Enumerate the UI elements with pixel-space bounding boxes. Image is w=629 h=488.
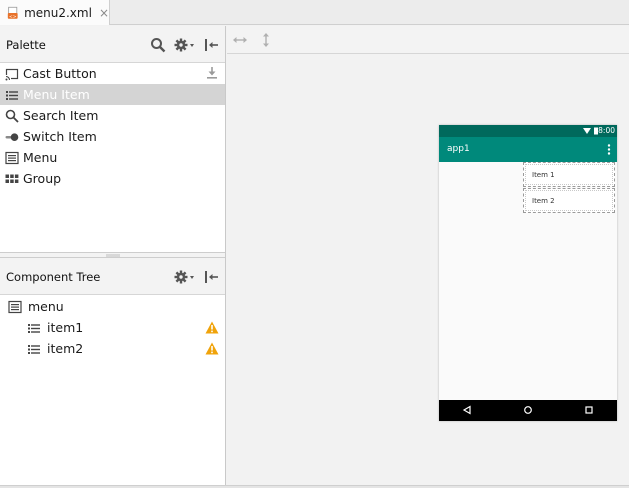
list-icon — [27, 321, 41, 335]
menu-icon — [8, 300, 22, 314]
group-icon — [5, 172, 19, 186]
palette-header: Palette — [0, 26, 225, 63]
hide-panel-icon[interactable] — [203, 37, 219, 53]
xml-file-icon: <> — [7, 6, 18, 19]
tree-item-label: item1 — [47, 320, 84, 335]
app-title: app1 — [447, 144, 470, 154]
tree-item-label: item2 — [47, 341, 84, 356]
tab-label: menu2.xml — [24, 5, 92, 20]
back-icon[interactable] — [462, 405, 472, 415]
status-clock: 8:00 — [598, 126, 615, 135]
switch-icon — [5, 130, 19, 144]
palette-title: Palette — [6, 38, 46, 52]
palette-item-label: Switch Item — [23, 129, 97, 144]
warning-icon[interactable] — [205, 342, 219, 355]
gear-icon[interactable] — [174, 37, 196, 53]
svg-text:<>: <> — [9, 13, 17, 19]
search-icon[interactable] — [150, 37, 166, 53]
component-tree-header: Component Tree — [0, 258, 225, 295]
overflow-menu-icon[interactable] — [607, 144, 611, 155]
palette-item-label: Search Item — [23, 108, 99, 123]
design-area: 8:00 app1 Item 1 Item 2 — [227, 26, 629, 488]
list-icon — [27, 342, 41, 356]
editor-tab-bar: <> menu2.xml × — [0, 0, 629, 25]
left-panel: Palette Cast Button Menu Item Search Ite… — [0, 26, 226, 488]
palette-item-menu[interactable]: Menu — [0, 147, 225, 168]
popup-menu-item-1[interactable]: Item 1 — [523, 162, 615, 187]
popup-menu-item-label: Item 1 — [532, 171, 555, 179]
splitter-grip-icon[interactable] — [106, 254, 120, 257]
palette-list: Cast Button Menu Item Search Item Switch… — [0, 63, 225, 189]
tree-item-item2[interactable]: item2 — [0, 338, 225, 359]
wifi-icon — [583, 128, 591, 134]
status-bar: 8:00 — [439, 125, 617, 137]
palette-item-group[interactable]: Group — [0, 168, 225, 189]
component-tree-title: Component Tree — [6, 270, 101, 284]
resize-horizontal-icon[interactable] — [232, 32, 248, 48]
navigation-bar — [439, 400, 617, 421]
home-icon[interactable] — [523, 405, 533, 415]
tree-item-label: menu — [28, 299, 64, 314]
palette-item-label: Menu Item — [23, 87, 90, 102]
palette-item-label: Menu — [23, 150, 58, 165]
gear-icon[interactable] — [174, 269, 196, 285]
component-tree: menu item1 item2 — [0, 296, 225, 359]
warning-icon[interactable] — [205, 321, 219, 334]
palette-item-label: Group — [23, 171, 62, 186]
tree-item-item1[interactable]: item1 — [0, 317, 225, 338]
design-toolbar — [227, 26, 629, 54]
list-icon — [5, 88, 19, 102]
recents-icon[interactable] — [584, 405, 594, 415]
resize-vertical-icon[interactable] — [258, 32, 274, 48]
hide-panel-icon[interactable] — [203, 269, 219, 285]
popup-menu-item-label: Item 2 — [532, 197, 555, 205]
palette-item-label: Cast Button — [23, 66, 97, 81]
download-icon[interactable] — [205, 66, 219, 80]
palette-item-switch-item[interactable]: Switch Item — [0, 126, 225, 147]
close-tab-icon[interactable]: × — [99, 7, 109, 19]
palette-item-cast-button[interactable]: Cast Button — [0, 63, 225, 84]
popup-menu-item-2[interactable]: Item 2 — [523, 188, 615, 213]
tab-menu2-xml[interactable]: <> menu2.xml × — [0, 0, 110, 25]
app-bar: app1 — [439, 137, 617, 162]
tree-item-menu[interactable]: menu — [0, 296, 225, 317]
menu-icon — [5, 151, 19, 165]
search-icon — [5, 109, 19, 123]
palette-item-menu-item[interactable]: Menu Item — [0, 84, 225, 105]
device-preview: 8:00 app1 Item 1 Item 2 — [439, 125, 617, 421]
cast-icon — [5, 67, 19, 81]
palette-item-search-item[interactable]: Search Item — [0, 105, 225, 126]
